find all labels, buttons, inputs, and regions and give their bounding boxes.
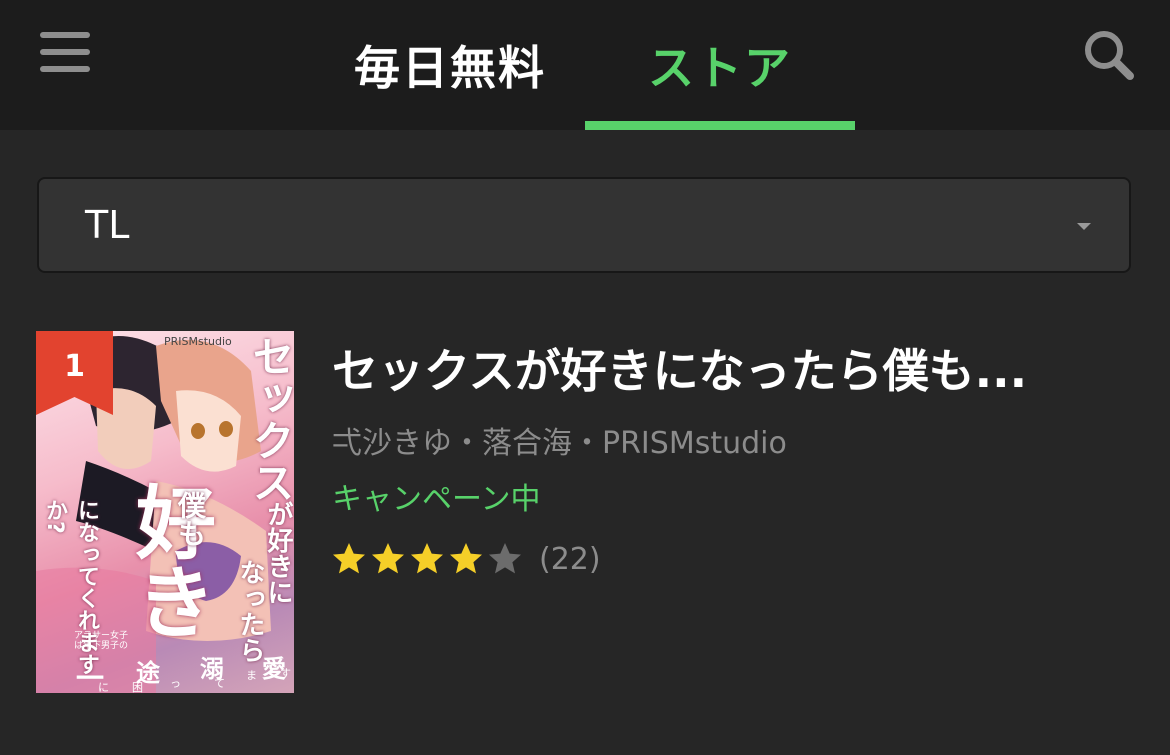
cover-bottom-small-5: ま: [246, 669, 257, 682]
review-count: (22): [539, 541, 601, 577]
star-full-icon: [447, 540, 485, 578]
star-full-icon: [330, 540, 368, 578]
cover-bottom-small-2: 困: [132, 681, 143, 693]
star-rating: (22): [330, 538, 601, 580]
cover-publisher: PRISMstudio: [164, 335, 232, 348]
search-icon[interactable]: [1080, 28, 1140, 84]
cover-bottom-small-3: っ: [170, 677, 181, 690]
book-authors: 弌沙きゆ・落合海・PRISMstudio: [332, 426, 787, 461]
rank-badge: 1: [36, 331, 113, 415]
campaign-label: キャンペーン中: [332, 482, 541, 517]
star-full-icon: [369, 540, 407, 578]
tab-daily-free[interactable]: 毎日無料: [320, 0, 580, 130]
genre-select[interactable]: TL: [37, 177, 1131, 273]
active-tab-indicator: [585, 121, 855, 130]
cover-line-3: 僕も: [174, 491, 207, 547]
cover-bottom-small-4: て: [214, 677, 225, 690]
caret-down-icon: [1077, 223, 1091, 230]
book-title[interactable]: セックスが好きになったら僕も...: [332, 335, 1132, 401]
cover-tagline: アラサー女子は年下男子の: [74, 631, 129, 651]
book-cover-image[interactable]: PRISMstudio セックス 好き が好きに なったら 僕も になってくれま…: [36, 331, 294, 693]
top-bar: 毎日無料 ストア: [0, 0, 1170, 130]
tab-store[interactable]: ストア: [585, 0, 855, 130]
cover-line-2: なったら: [235, 559, 265, 663]
rank-number: 1: [64, 349, 85, 384]
genre-select-value: TL: [85, 203, 130, 247]
star-empty-icon: [486, 540, 524, 578]
hamburger-menu-icon[interactable]: [40, 30, 92, 76]
star-full-icon: [408, 540, 446, 578]
cover-title-main: セックス: [246, 335, 294, 503]
cover-bottom-small-6: す: [280, 667, 291, 680]
cover-bottom-small-1: に: [98, 681, 109, 693]
